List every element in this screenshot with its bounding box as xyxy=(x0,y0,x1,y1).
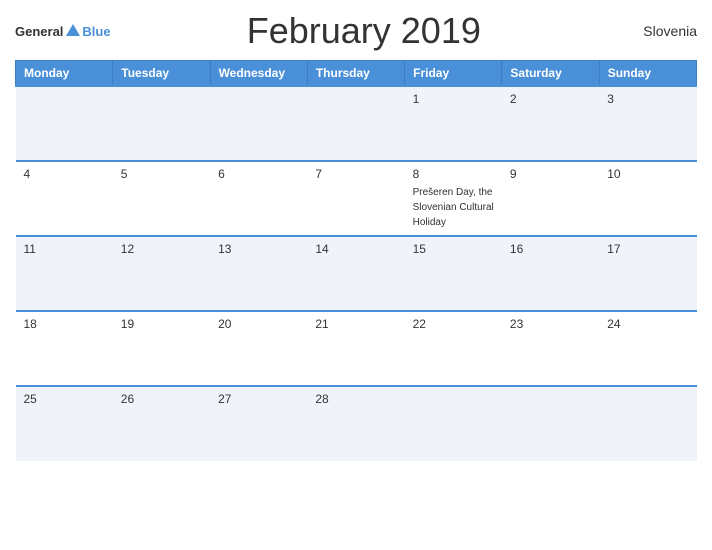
calendar-table: Monday Tuesday Wednesday Thursday Friday… xyxy=(15,60,697,461)
calendar-cell: 18 xyxy=(16,311,113,386)
calendar-cell: 17 xyxy=(599,236,696,311)
day-number: 23 xyxy=(510,317,591,331)
calendar-cell: 7 xyxy=(307,161,404,236)
day-number: 10 xyxy=(607,167,688,181)
day-number: 25 xyxy=(24,392,105,406)
calendar-cell xyxy=(307,86,404,161)
calendar-cell: 22 xyxy=(405,311,502,386)
calendar-cell: 11 xyxy=(16,236,113,311)
calendar-cell: 5 xyxy=(113,161,210,236)
day-number: 19 xyxy=(121,317,202,331)
day-number: 11 xyxy=(24,242,105,256)
day-number: 20 xyxy=(218,317,299,331)
calendar-cell xyxy=(210,86,307,161)
month-title: February 2019 xyxy=(111,10,617,52)
day-number: 13 xyxy=(218,242,299,256)
calendar-cell: 4 xyxy=(16,161,113,236)
logo: General Blue xyxy=(15,24,111,39)
calendar-week-row: 18 19 20 21 22 23 24 xyxy=(16,311,697,386)
day-number: 28 xyxy=(315,392,396,406)
header-friday: Friday xyxy=(405,61,502,87)
calendar-cell: 15 xyxy=(405,236,502,311)
day-number: 3 xyxy=(607,92,688,106)
calendar-cell: 13 xyxy=(210,236,307,311)
day-number: 17 xyxy=(607,242,688,256)
day-number: 5 xyxy=(121,167,202,181)
day-number: 2 xyxy=(510,92,591,106)
calendar-cell: 19 xyxy=(113,311,210,386)
day-number: 22 xyxy=(413,317,494,331)
calendar-cell xyxy=(502,386,599,461)
calendar-cell: 6 xyxy=(210,161,307,236)
header-thursday: Thursday xyxy=(307,61,404,87)
country-label: Slovenia xyxy=(617,23,697,39)
calendar-week-row: 11 12 13 14 15 16 17 xyxy=(16,236,697,311)
day-number: 12 xyxy=(121,242,202,256)
calendar-cell: 24 xyxy=(599,311,696,386)
day-number: 24 xyxy=(607,317,688,331)
calendar-cell: 21 xyxy=(307,311,404,386)
logo-blue: Blue xyxy=(82,24,110,39)
day-number: 21 xyxy=(315,317,396,331)
calendar-week-row: 25 26 27 28 xyxy=(16,386,697,461)
day-number: 6 xyxy=(218,167,299,181)
calendar-cell: 12 xyxy=(113,236,210,311)
weekday-header-row: Monday Tuesday Wednesday Thursday Friday… xyxy=(16,61,697,87)
day-number: 7 xyxy=(315,167,396,181)
calendar-week-row: 1 2 3 xyxy=(16,86,697,161)
calendar-cell: 25 xyxy=(16,386,113,461)
calendar-cell: 3 xyxy=(599,86,696,161)
day-number: 27 xyxy=(218,392,299,406)
calendar-cell: 9 xyxy=(502,161,599,236)
calendar-cell: 20 xyxy=(210,311,307,386)
header-tuesday: Tuesday xyxy=(113,61,210,87)
logo-general: General xyxy=(15,24,63,39)
calendar-cell: 23 xyxy=(502,311,599,386)
calendar-cell: 8 Prešeren Day, the Slovenian Cultural Ho… xyxy=(405,161,502,236)
calendar-cell: 2 xyxy=(502,86,599,161)
day-number: 4 xyxy=(24,167,105,181)
calendar-cell: 1 xyxy=(405,86,502,161)
calendar-cell xyxy=(405,386,502,461)
day-number: 14 xyxy=(315,242,396,256)
event-text: Prešeren Day, the Slovenian Cultural Hol… xyxy=(413,187,494,228)
calendar-cell: 14 xyxy=(307,236,404,311)
calendar-cell: 10 xyxy=(599,161,696,236)
calendar-cell xyxy=(599,386,696,461)
calendar-cell: 16 xyxy=(502,236,599,311)
header-saturday: Saturday xyxy=(502,61,599,87)
day-number: 9 xyxy=(510,167,591,181)
day-number: 8 xyxy=(413,167,494,181)
calendar-cell: 26 xyxy=(113,386,210,461)
calendar-week-row: 4 5 6 7 8 Prešeren Day, the Slovenian Cultura… xyxy=(16,161,697,236)
calendar-cell xyxy=(113,86,210,161)
day-number: 15 xyxy=(413,242,494,256)
day-number: 18 xyxy=(24,317,105,331)
logo-triangle-icon xyxy=(66,24,80,36)
header-sunday: Sunday xyxy=(599,61,696,87)
day-number: 16 xyxy=(510,242,591,256)
calendar-cell: 28 xyxy=(307,386,404,461)
day-number: 1 xyxy=(413,92,494,106)
calendar-page: General Blue February 2019 Slovenia Mond… xyxy=(0,0,712,550)
calendar-cell xyxy=(16,86,113,161)
calendar-cell: 27 xyxy=(210,386,307,461)
day-number: 26 xyxy=(121,392,202,406)
header-monday: Monday xyxy=(16,61,113,87)
header-wednesday: Wednesday xyxy=(210,61,307,87)
calendar-header: General Blue February 2019 Slovenia xyxy=(15,10,697,52)
